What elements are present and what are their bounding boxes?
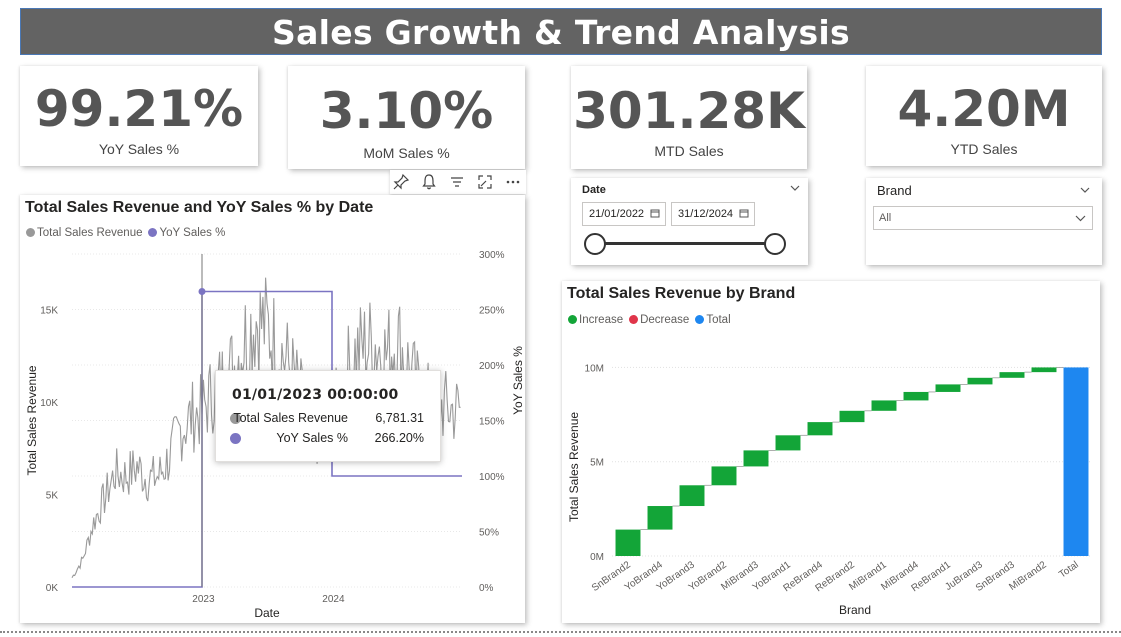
brand-dropdown-value: All (879, 212, 892, 224)
waterfall-bar (775, 435, 801, 451)
kpi-value: 301.28K (573, 82, 805, 140)
waterfall-bar (647, 506, 673, 530)
waterfall-plot[interactable]: 0M5M10MTotal Sales RevenueBrandSnBrand2Y… (562, 340, 1100, 623)
kpi-card-yoy[interactable]: 99.21% YoY Sales % (20, 66, 258, 166)
chevron-down-icon[interactable] (789, 183, 801, 193)
waterfall-bar (743, 450, 769, 467)
kpi-value: 99.21% (34, 80, 244, 138)
end-date-field[interactable]: 31/12/2024 (671, 202, 755, 226)
y2-tick-label: 150% (479, 417, 505, 428)
y-tick-label: 15K (40, 306, 58, 317)
kpi-label: MTD Sales (654, 143, 724, 159)
filter-icon[interactable] (447, 172, 467, 192)
date-range-handle-start[interactable] (584, 233, 606, 255)
waterfall-bar (871, 400, 897, 411)
start-date-field[interactable]: 21/01/2022 (582, 202, 666, 226)
calendar-icon[interactable] (650, 208, 660, 218)
waterfall-bar (903, 391, 929, 401)
brand-dropdown[interactable]: All (873, 206, 1093, 230)
kpi-card-mtd[interactable]: 301.28K MTD Sales (571, 66, 807, 169)
line-chart-legend: Total Sales Revenue YoY Sales % (26, 227, 225, 239)
kpi-value: 4.20M (897, 80, 1071, 138)
x-tick-label: 2023 (192, 594, 215, 605)
x-axis-title: Brand (839, 603, 871, 617)
chevron-down-icon[interactable] (1079, 185, 1091, 195)
waterfall-legend: Increase Decrease Total (568, 314, 731, 326)
chevron-down-icon[interactable] (1074, 213, 1087, 223)
x-axis-title: Date (254, 606, 280, 620)
waterfall-title: Total Sales Revenue by Brand (567, 285, 796, 302)
kpi-label: MoM Sales % (363, 145, 450, 161)
tooltip-title: 01/01/2023 00:00:00 (232, 387, 399, 403)
date-range-handle-end[interactable] (764, 233, 786, 255)
waterfall-bar (711, 466, 737, 486)
y2-tick-label: 250% (479, 306, 505, 317)
brand-slicer[interactable]: Brand All (866, 178, 1102, 265)
waterfall-bar (999, 372, 1025, 378)
y-tick-label: 5K (46, 491, 59, 502)
waterfall-bar (967, 377, 993, 385)
kpi-label: YTD Sales (950, 141, 1018, 157)
tooltip-row-yoy: YoY Sales % 266.20% (230, 430, 424, 448)
x-tick-label: Total (1057, 559, 1081, 580)
date-range-track[interactable] (595, 242, 775, 245)
kpi-label: YoY Sales % (98, 141, 180, 157)
more-options-icon[interactable] (503, 172, 523, 192)
x-tick-label: 2024 (322, 594, 345, 605)
y2-axis-title: YoY Sales % (511, 346, 525, 415)
waterfall-bar (839, 410, 865, 423)
legend-item-revenue[interactable]: Total Sales Revenue (26, 227, 142, 239)
waterfall-bar (1031, 367, 1057, 373)
y2-tick-label: 100% (479, 472, 505, 483)
focus-mode-icon[interactable] (475, 172, 495, 192)
y2-tick-label: 300% (479, 250, 505, 261)
waterfall-bar (807, 422, 833, 436)
pin-icon[interactable] (391, 172, 411, 192)
legend-item-total[interactable]: Total (695, 314, 731, 326)
y2-tick-label: 0% (479, 583, 494, 594)
y-tick-label: 0K (46, 583, 59, 594)
y-tick-label: 10M (585, 363, 604, 374)
page-title: Sales Growth & Trend Analysis (20, 8, 1102, 55)
waterfall-bar (1063, 367, 1089, 556)
y2-tick-label: 50% (479, 528, 499, 539)
waterfall-bar (679, 485, 705, 507)
y-tick-label: 5M (590, 458, 604, 469)
calendar-icon[interactable] (739, 208, 749, 218)
waterfall-bar (615, 529, 641, 556)
kpi-card-ytd[interactable]: 4.20M YTD Sales (866, 66, 1102, 166)
waterfall-bar (935, 384, 961, 392)
bell-icon[interactable] (419, 172, 439, 192)
y-tick-label: 10K (40, 398, 58, 409)
date-slicer-title: Date (582, 184, 606, 196)
legend-item-yoy[interactable]: YoY Sales % (148, 227, 225, 239)
y2-tick-label: 200% (479, 361, 505, 372)
legend-item-increase[interactable]: Increase (568, 314, 623, 326)
line-chart-title: Total Sales Revenue and YoY Sales % by D… (25, 199, 374, 216)
tooltip-row-revenue: Total Sales Revenue 6,781.31 (230, 410, 424, 428)
chart-tooltip: 01/01/2023 00:00:00 Total Sales Revenue … (215, 370, 441, 462)
y-axis-title: Total Sales Revenue (25, 365, 39, 475)
page-divider (0, 631, 1121, 633)
y-axis-title: Total Sales Revenue (567, 412, 581, 522)
y-tick-label: 0M (590, 552, 604, 563)
brand-slicer-title: Brand (877, 183, 912, 198)
hover-point (198, 288, 206, 296)
legend-item-decrease[interactable]: Decrease (629, 314, 689, 326)
kpi-card-mom[interactable]: 3.10% MoM Sales % (288, 66, 525, 169)
date-slicer[interactable]: Date 21/01/2022 31/12/2024 (571, 178, 808, 265)
kpi-value: 3.10% (319, 82, 494, 140)
